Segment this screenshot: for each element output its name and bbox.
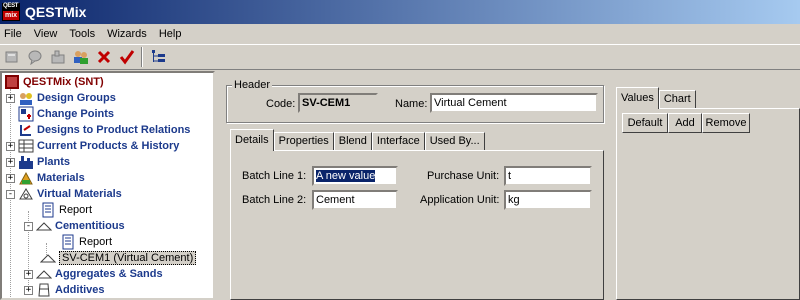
remove-button[interactable]: Remove: [702, 113, 750, 133]
batch-line-1-value: A new value: [316, 170, 376, 182]
tab-chart[interactable]: Chart: [658, 90, 696, 109]
menu-view[interactable]: View: [28, 28, 64, 40]
plant-icon: [18, 154, 34, 170]
expand-icon[interactable]: +: [6, 93, 15, 103]
tree-item-report-cementitious[interactable]: Report: [60, 234, 112, 250]
batch-line-1-field[interactable]: A new value: [312, 166, 398, 186]
checkmark-icon[interactable]: [116, 46, 138, 68]
relations-icon: [18, 122, 34, 138]
tree-item-additives[interactable]: + Additives: [24, 282, 105, 298]
menu-tools[interactable]: Tools: [63, 28, 101, 40]
tree-view-icon[interactable]: [147, 46, 169, 68]
tree-item-design-groups[interactable]: + Design Groups: [6, 90, 116, 106]
toolbar-separator: [141, 47, 143, 67]
virtual-materials-icon: [18, 186, 34, 202]
tree-item-virtual-materials[interactable]: - Virtual Materials: [6, 186, 122, 202]
expand-icon[interactable]: +: [6, 173, 15, 183]
tree-item-current-products[interactable]: + Current Products & History: [6, 138, 179, 154]
name-label: Name:: [395, 98, 428, 110]
delete-icon[interactable]: [93, 46, 115, 68]
window-title: QESTMix: [25, 4, 87, 20]
tree-item-plants[interactable]: + Plants: [6, 154, 70, 170]
code-label: Code:: [266, 98, 296, 110]
users-icon[interactable]: [70, 46, 92, 68]
tree-item-materials[interactable]: + Materials: [6, 170, 85, 186]
purchase-unit-label: Purchase Unit:: [427, 170, 500, 182]
collapse-icon[interactable]: -: [24, 221, 33, 231]
expand-icon[interactable]: +: [6, 157, 15, 167]
expand-icon[interactable]: +: [6, 141, 15, 151]
batch-line-1-label: Batch Line 1:: [242, 170, 307, 182]
comment-icon[interactable]: [24, 46, 46, 68]
cone-icon: [36, 266, 52, 282]
tab-interface[interactable]: Interface: [371, 132, 425, 151]
cone-icon: [36, 218, 52, 234]
batch-icon[interactable]: [47, 46, 69, 68]
right-tabs: Values Chart: [616, 87, 696, 109]
tab-values[interactable]: Values: [616, 87, 659, 109]
tab-details[interactable]: Details: [230, 129, 274, 151]
navigation-tree[interactable]: QESTMix (SNT) + Design Groups Change Poi…: [0, 71, 215, 300]
products-icon: [18, 138, 34, 154]
tab-used-by[interactable]: Used By...: [424, 132, 485, 151]
toolbar: [0, 44, 800, 70]
expand-icon[interactable]: +: [24, 269, 33, 279]
materials-icon: [18, 170, 34, 186]
tree-item-report[interactable]: Report: [40, 202, 92, 218]
application-unit-label: Application Unit:: [420, 194, 500, 206]
app-logo-icon: QEST mix: [2, 3, 20, 21]
cone-icon: [40, 250, 56, 266]
batch-line-2-field[interactable]: Cement: [312, 190, 398, 210]
collapse-icon[interactable]: -: [6, 189, 15, 199]
additive-icon: [36, 282, 52, 298]
expand-icon[interactable]: +: [24, 285, 33, 295]
tree-item-sv-cem1[interactable]: SV-CEM1 (Virtual Cement): [40, 250, 197, 266]
menu-wizards[interactable]: Wizards: [101, 28, 153, 40]
menu-file[interactable]: File: [0, 28, 28, 40]
add-button[interactable]: Add: [668, 113, 702, 133]
new-record-icon[interactable]: [1, 46, 23, 68]
menu-help[interactable]: Help: [153, 28, 188, 40]
tree-item-aggregates[interactable]: + Aggregates & Sands: [24, 266, 163, 282]
change-points-icon: [18, 106, 34, 122]
detail-tabs: Details Properties Blend Interface Used …: [230, 129, 485, 151]
batch-line-2-label: Batch Line 2:: [242, 194, 307, 206]
tree-item-cementitious[interactable]: - Cementitious: [24, 218, 125, 234]
code-field: SV-CEM1: [298, 93, 378, 113]
tab-blend[interactable]: Blend: [333, 132, 372, 151]
tree-item-relations[interactable]: Designs to Product Relations: [18, 122, 190, 138]
design-groups-icon: [18, 90, 34, 106]
detail-panel: Header Code: SV-CEM1 Name: Virtual Cemen…: [220, 71, 612, 300]
values-panel: Values Chart Default Add Remove: [612, 71, 800, 300]
application-unit-field[interactable]: kg: [504, 190, 592, 210]
purchase-unit-field[interactable]: t: [504, 166, 592, 186]
title-bar[interactable]: QEST mix QESTMix: [0, 0, 800, 24]
tree-item-change-points[interactable]: Change Points: [18, 106, 114, 122]
values-tab-panel: [616, 108, 800, 300]
menu-bar: File View Tools Wizards Help: [0, 24, 800, 44]
report-icon: [40, 202, 56, 218]
header-legend: Header: [232, 79, 273, 91]
default-button[interactable]: Default: [622, 113, 668, 133]
tree-item-root[interactable]: QESTMix (SNT): [4, 74, 104, 90]
report-icon: [60, 234, 76, 250]
tab-properties[interactable]: Properties: [273, 132, 334, 151]
app-icon: [4, 74, 20, 90]
name-field[interactable]: Virtual Cement: [430, 93, 598, 113]
